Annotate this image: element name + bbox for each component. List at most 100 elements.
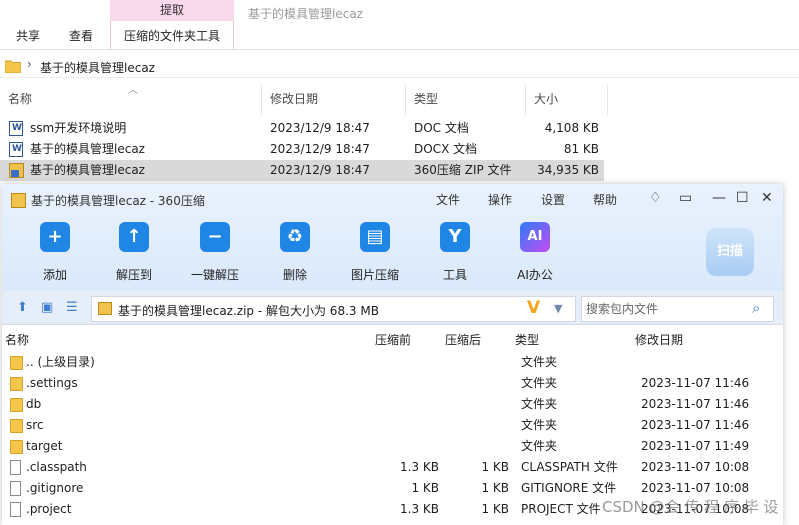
zip-column-name[interactable]: 名称 <box>5 331 29 348</box>
tool-label: 图片压缩 <box>350 268 399 282</box>
image-compress-icon: ▤ <box>360 222 390 252</box>
zip-column-modified[interactable]: 修改日期 <box>635 331 683 348</box>
zip-column-type[interactable]: 类型 <box>515 331 539 348</box>
file-name: 基于的模具管理lecaz <box>30 142 145 156</box>
address-path[interactable]: 基于的模具管理lecaz <box>40 59 155 76</box>
zip-column-after[interactable]: 压缩后 <box>445 331 481 348</box>
tab-extract[interactable]: 提取 <box>110 0 234 21</box>
tool-delete-button[interactable]: ♻ 删除 <box>255 222 335 283</box>
zip-list-item[interactable]: .settings 文件夹 2023-11-07 11:46 <box>2 373 783 394</box>
explorer-window-title: 基于的模具管理lecaz <box>248 7 363 21</box>
file-type: 360压缩 ZIP 文件 <box>414 163 512 177</box>
item-type: 文件夹 <box>521 355 558 369</box>
item-size-after: 1 KB <box>481 481 509 495</box>
menu-file[interactable]: 文件 <box>436 191 460 208</box>
tool-tools-button[interactable]: Y 工具 <box>415 222 495 283</box>
tool-label: AI办公 <box>517 268 553 282</box>
file-type: DOCX 文档 <box>414 142 478 156</box>
file-row[interactable]: ssm开发环境说明 2023/12/9 18:47 DOC 文档 4,108 K… <box>0 118 604 139</box>
menu-help[interactable]: 帮助 <box>593 191 617 208</box>
zip-window: 基于的模具管理lecaz - 360压缩 文件 操作 设置 帮助 ♢ ▭ — ☐… <box>2 184 783 525</box>
tool-ai-office-button[interactable]: AI AI办公 <box>495 222 575 283</box>
menu-settings[interactable]: 设置 <box>541 191 565 208</box>
zip-column-before[interactable]: 压缩前 <box>375 331 411 348</box>
zip-address-bar[interactable]: 基于的模具管理lecaz.zip - 解包大小为 68.3 MB V ▼ <box>91 296 576 322</box>
item-size-after: 1 KB <box>481 460 509 474</box>
item-name: db <box>26 397 42 411</box>
vip-icon[interactable]: V <box>527 298 540 318</box>
file-icon <box>10 460 21 475</box>
tool-label: 工具 <box>442 268 467 282</box>
zip-search-box[interactable]: ⌕ <box>581 296 774 322</box>
file-type: DOC 文档 <box>414 121 469 135</box>
tool-image-compress-button[interactable]: ▤ 图片压缩 <box>335 222 415 283</box>
item-size-before: 1.3 KB <box>400 502 439 516</box>
file-modified: 2023/12/9 18:47 <box>270 121 370 135</box>
archive-icon <box>11 193 26 208</box>
zip-list-item[interactable]: db 文件夹 2023-11-07 11:46 <box>2 394 783 415</box>
minimize-icon[interactable]: — <box>712 190 726 206</box>
tab-share[interactable]: 共享 <box>16 27 40 44</box>
tool-label: 一键解压 <box>190 268 239 282</box>
file-icon <box>10 481 21 496</box>
column-type[interactable]: 类型 <box>410 85 526 115</box>
maximize-icon[interactable]: ☐ <box>736 190 749 206</box>
folder-icon <box>10 440 23 454</box>
menu-operate[interactable]: 操作 <box>488 191 512 208</box>
item-size-before: 1 KB <box>411 481 439 495</box>
explorer-ribbon: 提取 基于的模具管理lecaz 共享 查看 压缩的文件夹工具 <box>0 0 799 50</box>
recycle-icon: ♻ <box>280 222 310 252</box>
folder-icon <box>10 398 23 412</box>
item-type: CLASSPATH 文件 <box>521 460 618 474</box>
file-size: 4,108 KB <box>544 121 599 135</box>
file-row[interactable]: 基于的模具管理lecaz 2023/12/9 18:47 DOCX 文档 81 … <box>0 139 604 160</box>
search-icon[interactable]: ⌕ <box>752 299 760 317</box>
zip-window-title: 基于的模具管理lecaz - 360压缩 <box>31 194 205 208</box>
zip-window-header: 基于的模具管理lecaz - 360压缩 文件 操作 设置 帮助 ♢ ▭ — ☐… <box>2 184 783 291</box>
explorer-address-bar[interactable]: › 基于的模具管理lecaz <box>0 54 799 78</box>
tab-view[interactable]: 查看 <box>69 27 93 44</box>
skin-icon[interactable]: ♢ <box>649 190 662 206</box>
file-row-selected[interactable]: 基于的模具管理lecaz 2023/12/9 18:47 360压缩 ZIP 文… <box>0 160 604 181</box>
one-click-extract-icon: − <box>200 222 230 252</box>
extract-icon: ↑ <box>119 222 149 252</box>
column-modified[interactable]: 修改日期 <box>266 85 406 115</box>
archive-icon <box>98 302 112 315</box>
item-name: .gitignore <box>26 481 84 495</box>
thumbnail-view-icon[interactable]: ▣ <box>41 300 53 315</box>
up-level-icon[interactable]: ⬆ <box>17 300 28 315</box>
tool-label: 添加 <box>42 268 67 282</box>
zip-list-item[interactable]: .. (上级目录) 文件夹 <box>2 352 783 373</box>
item-type: PROJECT 文件 <box>521 502 601 516</box>
item-type: 文件夹 <box>521 439 558 453</box>
close-icon[interactable]: ✕ <box>761 190 773 206</box>
file-modified: 2023/12/9 18:47 <box>270 142 370 156</box>
item-modified: 2023-11-07 11:46 <box>641 397 750 411</box>
tool-one-click-extract-button[interactable]: − 一键解压 <box>175 222 255 283</box>
scan-button[interactable]: 扫描 <box>706 228 754 276</box>
item-name: src <box>26 418 44 432</box>
word-document-icon <box>9 118 23 139</box>
chevron-right-icon[interactable]: › <box>27 57 32 71</box>
ai-icon: AI <box>520 222 550 252</box>
zip-list-item[interactable]: src 文件夹 2023-11-07 11:46 <box>2 415 783 436</box>
file-name: 基于的模具管理lecaz <box>30 163 145 177</box>
search-input[interactable] <box>586 300 746 318</box>
column-size[interactable]: 大小 <box>530 85 608 115</box>
tool-add-button[interactable]: + 添加 <box>15 222 95 283</box>
dropdown-arrow-icon[interactable]: ▼ <box>554 302 562 315</box>
list-view-icon[interactable]: ☰ <box>66 300 78 315</box>
item-size-before: 1.3 KB <box>400 460 439 474</box>
item-modified: 2023-11-07 11:46 <box>641 418 750 432</box>
zip-list-item[interactable]: target 文件夹 2023-11-07 11:49 <box>2 436 783 457</box>
file-icon <box>10 502 21 517</box>
zip-navigation-bar: ⬆ ▣ ☰ 基于的模具管理lecaz.zip - 解包大小为 68.3 MB V… <box>2 291 783 325</box>
item-type: 文件夹 <box>521 397 558 411</box>
item-type: 文件夹 <box>521 376 558 390</box>
sort-ascending-icon: ︿ <box>128 85 138 96</box>
zip-list-item[interactable]: .classpath 1.3 KB 1 KB CLASSPATH 文件 2023… <box>2 457 783 478</box>
item-name: .classpath <box>26 460 87 474</box>
tab-compressed-folder-tools[interactable]: 压缩的文件夹工具 <box>124 27 220 44</box>
tool-extract-to-button[interactable]: ↑ 解压到 <box>94 222 174 283</box>
feedback-icon[interactable]: ▭ <box>679 190 692 206</box>
